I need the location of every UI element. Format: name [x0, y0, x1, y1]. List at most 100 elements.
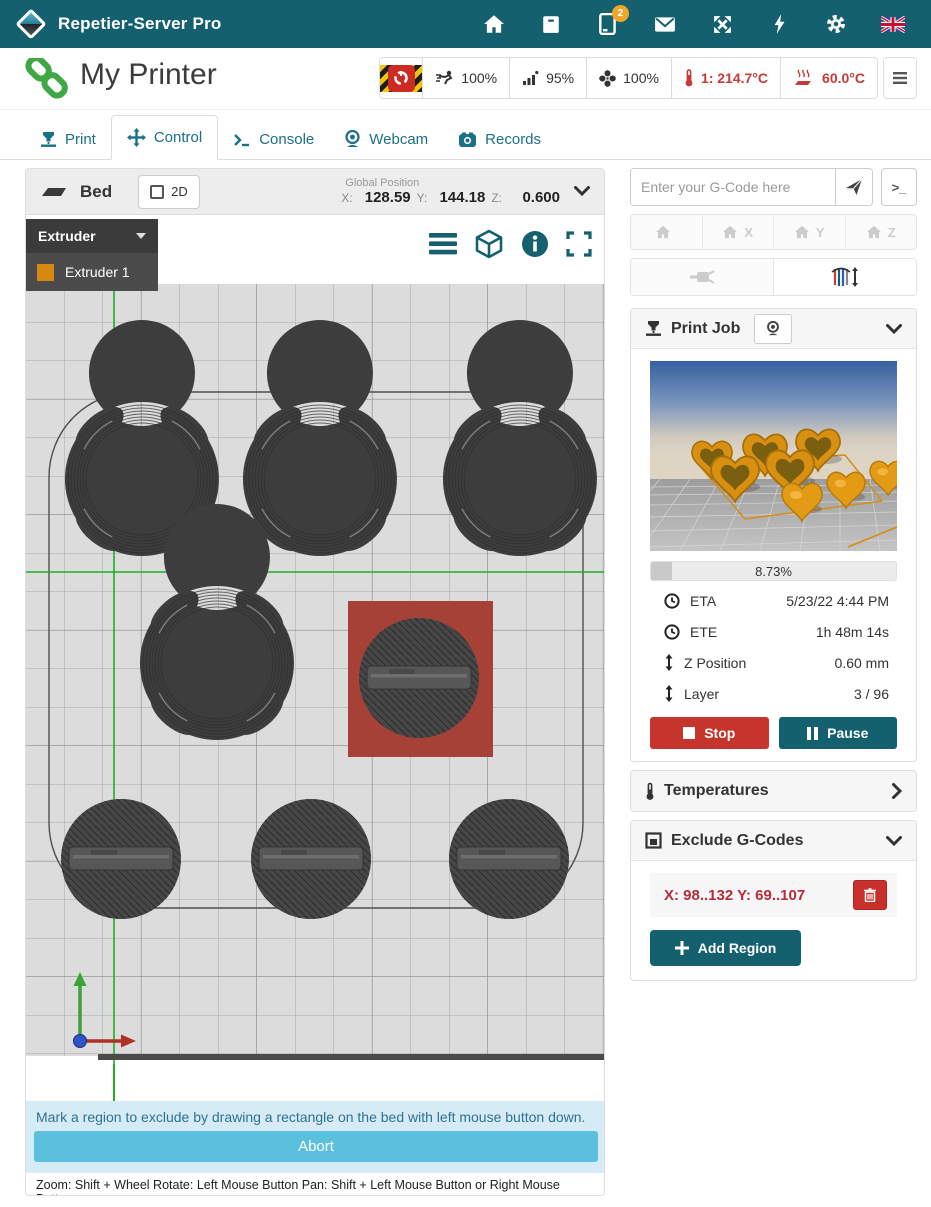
extruder-1-item[interactable]: Extruder 1	[26, 253, 158, 291]
settings-icon[interactable]	[824, 12, 848, 36]
messages-icon[interactable]	[653, 12, 677, 36]
console-icon	[233, 133, 251, 147]
filament-change-button[interactable]	[773, 259, 916, 295]
caret-down-icon	[136, 233, 146, 239]
toggle-2d-button[interactable]: 2D	[138, 175, 200, 209]
add-region-button[interactable]: Add Region	[650, 930, 801, 966]
tab-records[interactable]: Records	[443, 119, 556, 160]
print-job-header[interactable]: Print Job	[631, 309, 916, 349]
print-job-icon	[645, 320, 662, 337]
extruder-dropdown[interactable]: Extruder Extruder 1	[26, 219, 158, 291]
devices-icon[interactable]: 2	[596, 12, 620, 36]
pause-button[interactable]: Pause	[779, 717, 898, 749]
stop-icon	[683, 727, 695, 739]
extruder-temperature[interactable]: 1: 214.7°C	[671, 58, 780, 98]
power-socket-button[interactable]	[631, 259, 773, 295]
abort-button[interactable]: Abort	[34, 1131, 598, 1162]
printer-menu-button[interactable]	[883, 57, 917, 99]
print-preview-image	[650, 361, 897, 551]
webcam-icon	[344, 130, 361, 148]
records-icon	[458, 132, 477, 148]
printed-puck	[359, 618, 479, 738]
tab-console[interactable]: Console	[218, 119, 329, 160]
stop-button[interactable]: Stop	[650, 717, 769, 749]
home-icon[interactable]	[482, 12, 506, 36]
tab-webcam[interactable]: Webcam	[329, 118, 443, 160]
home-x-button[interactable]: X	[702, 215, 774, 249]
clock-icon	[664, 593, 680, 609]
bed-panel-header: Bed 2D Global Position X:128.59 Y:144.18…	[26, 169, 604, 215]
print-job-card: Print Job	[630, 308, 917, 762]
speed-multiplier[interactable]: 100%	[422, 58, 509, 98]
progress-label: 8.73%	[651, 562, 896, 581]
top-navbar: Repetier-Server Pro 2	[0, 0, 931, 48]
speed-icon	[435, 70, 454, 86]
stat-row-layer: Layer 3 / 96	[650, 678, 897, 709]
printer-tabs: Print Control Console Webcam	[0, 112, 931, 160]
home-buttons: X Y Z	[630, 214, 917, 250]
bed-front-edge	[98, 1054, 605, 1060]
layers-menu-icon[interactable]	[429, 233, 457, 255]
updown-arrow-icon	[664, 685, 674, 702]
printed-puck	[251, 799, 371, 919]
home-all-button[interactable]	[631, 215, 702, 249]
temperatures-header[interactable]: Temperatures	[631, 771, 916, 811]
delete-region-button[interactable]	[853, 880, 887, 910]
webcam-icon	[766, 321, 780, 336]
fullscreen-icon[interactable]	[566, 231, 592, 257]
collapse-exclude-chevron-icon[interactable]	[886, 836, 902, 846]
tab-control[interactable]: Control	[111, 115, 218, 160]
collapse-print-job-chevron-icon[interactable]	[886, 324, 902, 334]
notification-badge: 2	[612, 5, 629, 22]
crosshair-vertical-extension	[113, 1064, 115, 1101]
preview-webcam-toggle[interactable]	[754, 314, 792, 344]
bed-title: Bed	[40, 182, 112, 202]
stat-row-eta: ETA 5/23/22 4:44 PM	[650, 585, 897, 616]
info-icon[interactable]	[521, 230, 549, 258]
secondary-actions	[630, 258, 917, 296]
exclude-region-icon	[645, 832, 662, 849]
bed-icon	[40, 185, 70, 199]
exclude-gcodes-card: Exclude G-Codes X: 98..132 Y: 69..107	[630, 820, 917, 981]
clock-icon	[664, 624, 680, 640]
paper-plane-icon	[845, 178, 863, 196]
home-z-button[interactable]: Z	[845, 215, 917, 249]
printer-header: My Printer 100%	[0, 48, 931, 110]
expand-temperatures-chevron-icon[interactable]	[892, 783, 902, 799]
repetier-logo-icon[interactable]	[16, 9, 46, 39]
bed-viewport[interactable]: Extruder Extruder 1	[26, 215, 604, 1101]
3d-view-cube-icon[interactable]	[474, 229, 504, 259]
send-gcode-button[interactable]	[835, 169, 872, 205]
bed-canvas[interactable]	[26, 284, 605, 1064]
extruder-color-swatch	[37, 264, 54, 281]
language-flag-icon[interactable]	[881, 12, 905, 36]
pause-icon	[807, 727, 818, 740]
server-box-icon[interactable]	[539, 12, 563, 36]
home-y-button[interactable]: Y	[773, 215, 845, 249]
collapse-bed-chevron-icon[interactable]	[574, 183, 590, 201]
plus-icon	[675, 941, 689, 955]
print-job-title: Print Job	[671, 320, 740, 338]
power-icon[interactable]	[767, 12, 791, 36]
flow-multiplier[interactable]: 95%	[509, 58, 586, 98]
gcode-input[interactable]	[631, 169, 835, 205]
bed-temperature[interactable]: 60.0°C	[780, 58, 877, 98]
exclude-gcodes-header[interactable]: Exclude G-Codes	[631, 821, 916, 861]
fan-speed[interactable]: 100%	[586, 58, 671, 98]
exclude-hint-text: Mark a region to exclude by drawing a re…	[26, 1101, 604, 1129]
plug-icon	[689, 269, 715, 285]
thermometer-icon	[645, 782, 655, 801]
print-job-stats: ETA 5/23/22 4:44 PM ETE 1h 48m 14s Z Pos…	[650, 585, 897, 709]
expand-arrows-icon[interactable]	[710, 12, 734, 36]
printed-puck	[449, 799, 569, 919]
open-console-button[interactable]: >_	[881, 168, 917, 206]
navbar-icons: 2	[482, 12, 915, 36]
trash-icon	[864, 888, 876, 902]
viewport-instructions: Zoom: Shift + Wheel Rotate: Left Mouse B…	[26, 1173, 604, 1196]
repetier-server-app: Repetier-Server Pro 2	[0, 0, 931, 1207]
move-icon	[127, 128, 146, 147]
home-icon	[866, 225, 882, 239]
flow-icon	[522, 70, 539, 86]
tab-print[interactable]: Print	[25, 119, 111, 160]
emergency-stop-button[interactable]	[380, 58, 422, 98]
